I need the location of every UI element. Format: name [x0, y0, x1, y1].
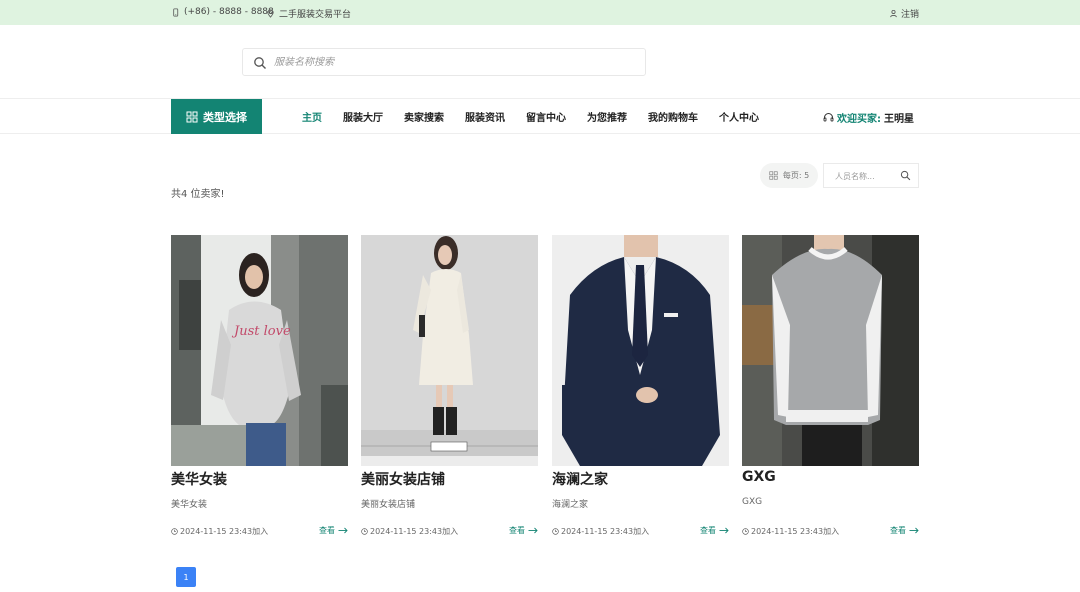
svg-text:Just love: Just love: [231, 324, 291, 339]
product-search-box: [242, 48, 646, 76]
view-link[interactable]: 查看: [890, 525, 919, 536]
phone-info: (+86) - 8888 - 8888: [171, 7, 274, 17]
seller-photo-image: Just love: [171, 235, 348, 466]
user-icon: [890, 9, 897, 18]
phone-icon: [173, 7, 179, 17]
arrow-right-icon: [338, 527, 348, 534]
welcome-user: 欢迎买家: 王明星: [823, 110, 914, 125]
seller-name[interactable]: 美丽女装店铺: [361, 469, 445, 489]
seller-join-time-text: 2024-11-15 23:43加入: [561, 527, 650, 536]
view-label: 查看: [700, 526, 716, 535]
view-label: 查看: [509, 526, 525, 535]
seller-photo[interactable]: Just love: [171, 235, 348, 466]
seller-join-time: 2024-11-15 23:43加入: [552, 526, 649, 537]
nav-item-cart[interactable]: 我的购物车: [648, 109, 698, 124]
nav-item-clothing-news[interactable]: 服装资讯: [465, 109, 505, 124]
clock-icon: [552, 528, 559, 535]
user-name: 王明星: [884, 114, 914, 125]
nav-item-recommend[interactable]: 为您推荐: [587, 109, 627, 124]
view-link[interactable]: 查看: [700, 525, 729, 536]
main-navbar: 类型选择 主页 服装大厅 卖家搜索 服装资讯 留言中心 为您推荐 我的购物车 个…: [0, 98, 1080, 134]
nav-item-profile[interactable]: 个人中心: [719, 109, 759, 124]
category-select-label: 类型选择: [203, 110, 247, 124]
seller-name[interactable]: 美华女装: [171, 469, 227, 489]
seller-name[interactable]: GXG: [742, 469, 776, 485]
product-search-input[interactable]: [274, 53, 634, 72]
logout-link[interactable]: 注销: [889, 7, 919, 20]
nav-item-seller-search[interactable]: 卖家搜索: [404, 109, 444, 124]
seller-card[interactable]: 美丽女装店铺 美丽女装店铺 2024-11-15 23:43加入 查看: [361, 235, 538, 536]
seller-join-time: 2024-11-15 23:43加入: [742, 526, 839, 537]
seller-subtitle: GXG: [742, 497, 763, 507]
arrow-right-icon: [909, 527, 919, 534]
search-icon[interactable]: [253, 56, 267, 70]
seller-card[interactable]: 海澜之家 海澜之家 2024-11-15 23:43加入 查看: [552, 235, 729, 536]
arrow-right-icon: [528, 527, 538, 534]
view-link[interactable]: 查看: [319, 525, 348, 536]
seller-photo-image: [552, 235, 729, 466]
top-info-bar: (+86) - 8888 - 8888 二手服装交易平台 注销: [0, 0, 1080, 25]
welcome-label: 欢迎买家:: [837, 114, 881, 125]
nav-menu: 主页 服装大厅 卖家搜索 服装资讯 留言中心 为您推荐 我的购物车 个人中心: [302, 99, 780, 134]
pagination-page-button[interactable]: 1: [176, 567, 196, 587]
seller-photo-image: [742, 235, 919, 466]
phone-number: (+86) - 8888 - 8888: [184, 7, 274, 17]
view-label: 查看: [319, 526, 335, 535]
seller-join-time: 2024-11-15 23:43加入: [361, 526, 458, 537]
site-name: 二手服装交易平台: [279, 10, 352, 20]
logout-label: 注销: [900, 10, 919, 20]
view-label: 查看: [890, 526, 906, 535]
seller-subtitle: 美华女装: [171, 500, 208, 510]
name-search-input[interactable]: [835, 170, 901, 182]
seller-card[interactable]: GXG GXG 2024-11-15 23:43加入 查看: [742, 235, 919, 536]
seller-photo[interactable]: [552, 235, 729, 466]
seller-card[interactable]: Just love 美华女装 美华女装 2024-11-15 23:43加入 查…: [171, 235, 348, 536]
site-info: 二手服装交易平台: [266, 7, 351, 20]
clock-icon: [171, 528, 178, 535]
name-search-box: [823, 163, 919, 188]
per-page-select[interactable]: 每页: 5: [760, 163, 818, 188]
clock-icon: [742, 528, 749, 535]
seller-photo[interactable]: [361, 235, 538, 466]
headset-icon: [823, 113, 834, 122]
category-select-button[interactable]: 类型选择: [171, 99, 262, 134]
arrow-right-icon: [719, 527, 729, 534]
location-icon: [267, 9, 274, 18]
seller-join-time-text: 2024-11-15 23:43加入: [370, 527, 459, 536]
seller-join-time-text: 2024-11-15 23:43加入: [180, 527, 269, 536]
nav-item-home[interactable]: 主页: [302, 109, 322, 124]
seller-subtitle: 海澜之家: [552, 500, 589, 510]
nav-item-clothing-hall[interactable]: 服装大厅: [343, 109, 383, 124]
seller-subtitle: 美丽女装店铺: [361, 500, 416, 510]
grid-icon: [769, 171, 778, 180]
grid-icon: [186, 111, 198, 122]
search-icon[interactable]: [900, 170, 911, 181]
seller-photo[interactable]: [742, 235, 919, 466]
nav-item-message-center[interactable]: 留言中心: [526, 109, 566, 124]
seller-photo-image: [361, 235, 538, 466]
seller-join-time: 2024-11-15 23:43加入: [171, 526, 268, 537]
seller-count: 共4 位卖家!: [171, 189, 225, 200]
seller-join-time-text: 2024-11-15 23:43加入: [751, 527, 840, 536]
clock-icon: [361, 528, 368, 535]
seller-name[interactable]: 海澜之家: [552, 469, 608, 489]
per-page-label: 每页: 5: [782, 171, 810, 180]
view-link[interactable]: 查看: [509, 525, 538, 536]
